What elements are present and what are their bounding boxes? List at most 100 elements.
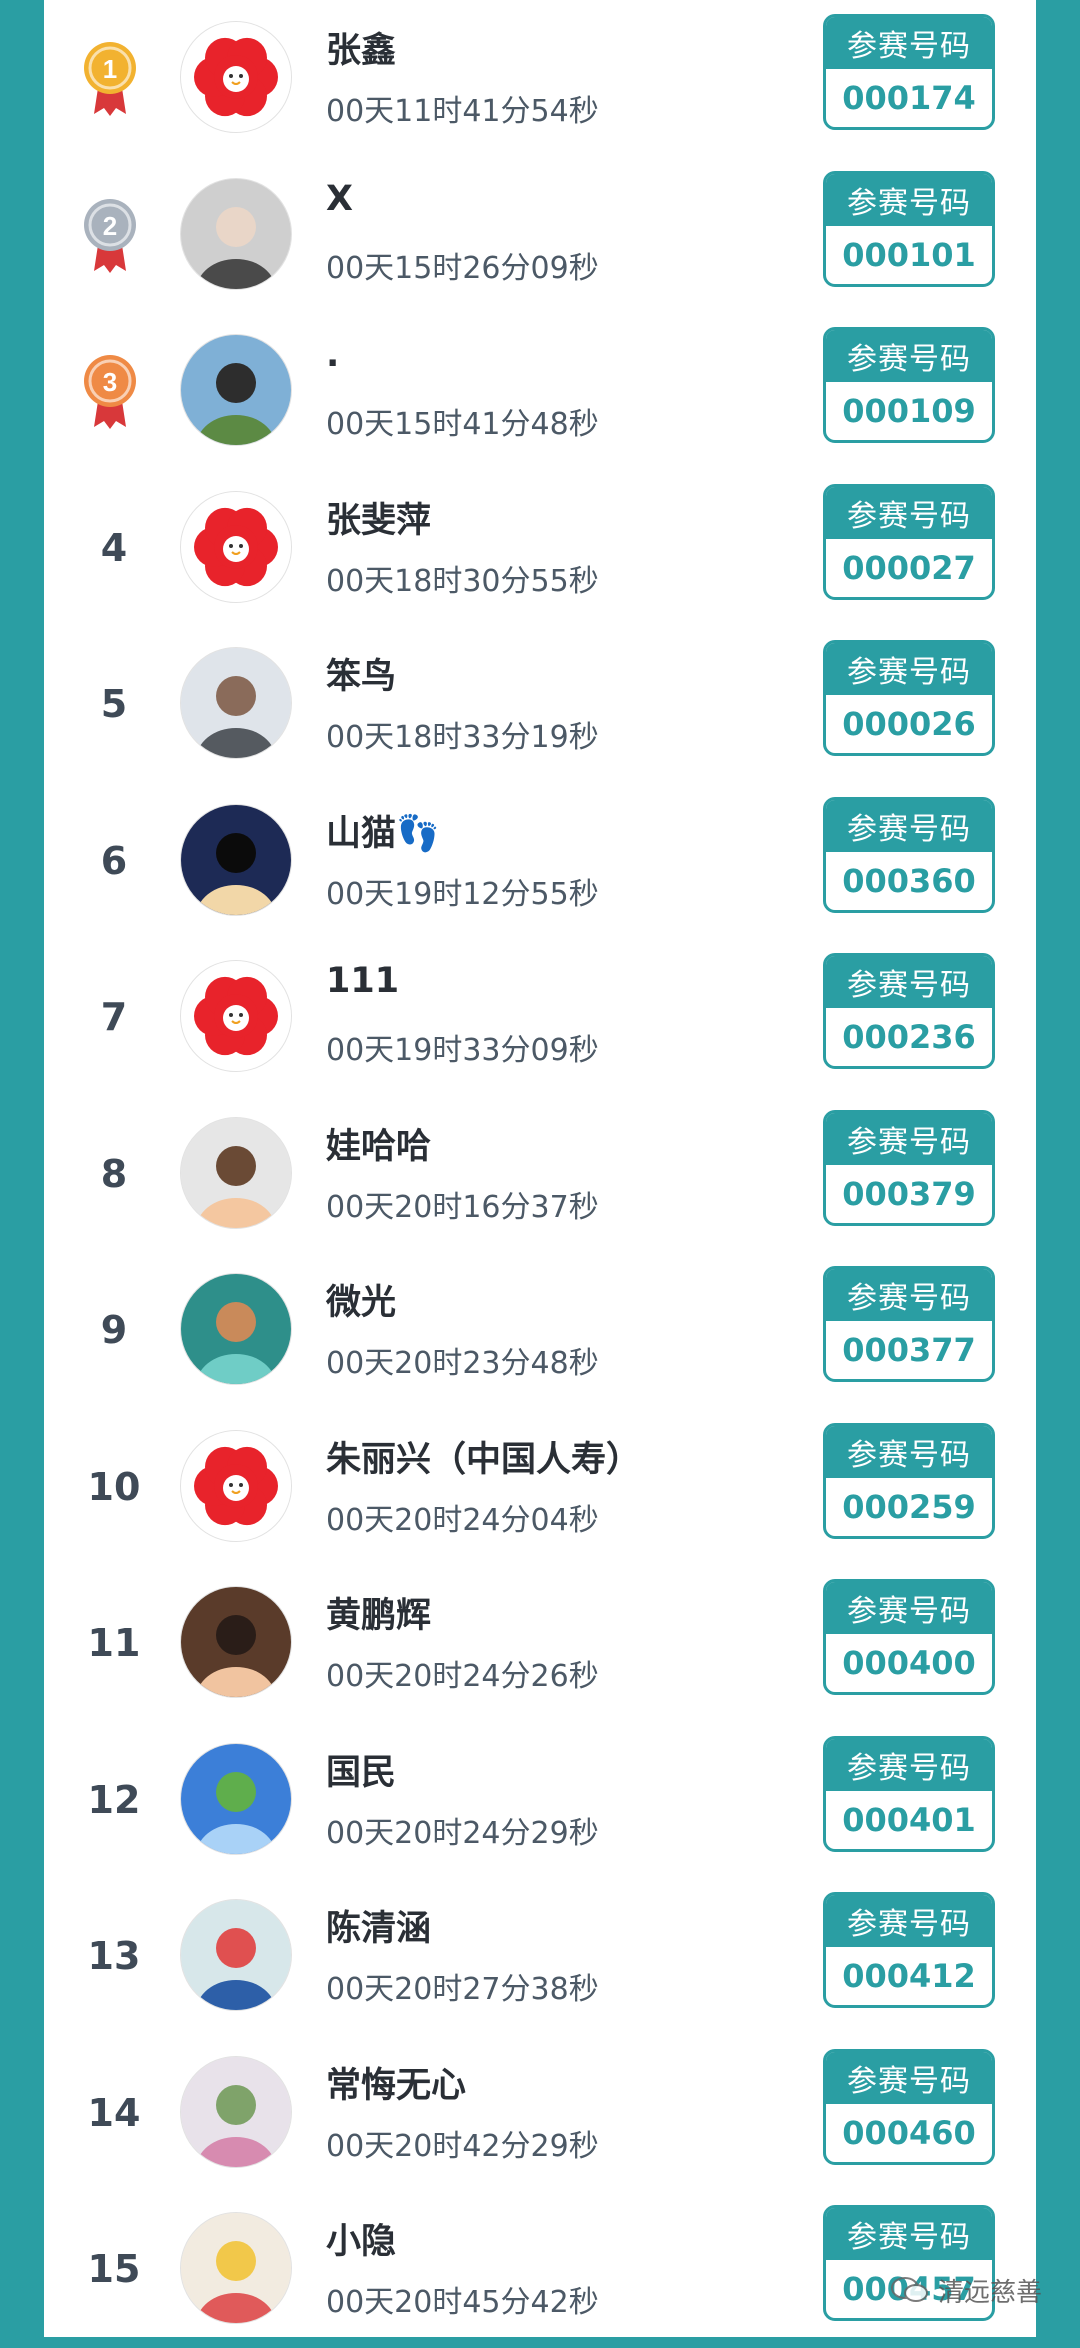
leaderboard-row[interactable]: 1 张鑫 00天11时41分54秒 参赛号码 000174 bbox=[44, 0, 1036, 157]
photo-avatar-icon[interactable] bbox=[180, 803, 292, 916]
rank-number: 15 bbox=[87, 2247, 141, 2291]
leaderboard-row[interactable]: 15 小隐00天20时45分42秒参赛号码000457 bbox=[44, 2191, 1036, 2348]
participant-name: 黄鹏辉 bbox=[326, 1596, 432, 1636]
photo-avatar-icon[interactable] bbox=[180, 647, 292, 759]
entry-number-value: 000027 bbox=[842, 548, 976, 587]
entry-number-label: 参赛号码 bbox=[826, 2208, 992, 2260]
red-flower-avatar-icon[interactable] bbox=[180, 490, 292, 603]
finish-time: 00天20时16分37秒 bbox=[326, 1189, 599, 1225]
photo-avatar-icon[interactable] bbox=[180, 1586, 292, 1698]
entry-number-value: 000026 bbox=[842, 705, 976, 743]
entry-number-value: 000101 bbox=[842, 235, 976, 274]
entry-number-label: 参赛号码 bbox=[826, 1895, 992, 1947]
finish-time: 00天20时45分42秒 bbox=[326, 2285, 599, 2320]
silver-medal-icon: 2 bbox=[78, 195, 142, 275]
finish-time: 00天19时33分09秒 bbox=[326, 1033, 599, 1068]
participant-name: 朱丽兴（中国人寿） bbox=[326, 1439, 642, 1480]
red-flower-avatar-icon[interactable] bbox=[180, 1429, 292, 1542]
participant-name: 张鑫 bbox=[326, 31, 397, 71]
entry-number-badge: 参赛号码 000360 bbox=[823, 796, 995, 913]
svg-text:3: 3 bbox=[103, 367, 117, 397]
gold-medal-icon: 1 bbox=[78, 38, 142, 118]
participant-name: 笨鸟 bbox=[326, 657, 397, 697]
photo-avatar-icon[interactable] bbox=[180, 177, 292, 290]
entry-number-label: 参赛号码 bbox=[826, 1425, 992, 1478]
entry-number-value: 000236 bbox=[842, 1018, 976, 1056]
photo-avatar-icon[interactable] bbox=[180, 1116, 292, 1229]
entry-number-label: 参赛号码 bbox=[826, 2051, 992, 2104]
entry-number-label: 参赛号码 bbox=[826, 1738, 992, 1791]
finish-time: 00天20时27分38秒 bbox=[326, 1972, 599, 2007]
photo-avatar-icon[interactable] bbox=[180, 2055, 292, 2168]
entry-number-label: 参赛号码 bbox=[826, 956, 992, 1008]
leaderboard-row[interactable]: 5 笨鸟 00天18时33分19秒 参赛号码 000026 bbox=[44, 626, 1036, 783]
participant-name: 张斐萍 bbox=[326, 500, 432, 541]
entry-number-value: 000360 bbox=[842, 861, 976, 900]
entry-number-value: 000377 bbox=[842, 1331, 976, 1369]
finish-time: 00天20时24分04秒 bbox=[326, 1502, 599, 1538]
entry-number-label: 参赛号码 bbox=[826, 17, 992, 69]
rank-number: 11 bbox=[87, 1621, 141, 1665]
entry-number-badge: 参赛号码 000109 bbox=[823, 327, 995, 443]
entry-number-badge: 参赛号码 000101 bbox=[823, 170, 995, 287]
participant-name: 陈清涵 bbox=[326, 1909, 432, 1949]
entry-number-badge: 参赛号码 000400 bbox=[823, 1579, 995, 1695]
entry-number-value: 000401 bbox=[842, 1800, 976, 1839]
rank-number: 5 bbox=[100, 682, 128, 726]
leaderboard-row[interactable]: 2 X 00天15时26分09秒 参赛号码 000101 bbox=[44, 157, 1036, 314]
photo-avatar-icon[interactable] bbox=[180, 334, 292, 446]
entry-number-badge: 参赛号码 000379 bbox=[823, 1109, 995, 1226]
entry-number-badge: 参赛号码 000259 bbox=[823, 1422, 995, 1539]
photo-avatar-icon[interactable] bbox=[180, 1273, 292, 1385]
participant-name: . bbox=[326, 335, 340, 375]
entry-number-value: 000412 bbox=[842, 1957, 976, 1995]
leaderboard-row[interactable]: 14 常悔无心 00天20时42分29秒 参赛号码 000460 bbox=[44, 2035, 1036, 2192]
entry-number-value: 000379 bbox=[842, 1174, 976, 1213]
leaderboard-row[interactable]: 10 朱丽兴（中国人寿） 00天20时24分04秒 参赛号码 000259 bbox=[44, 1409, 1036, 1566]
entry-number-badge: 参赛号码 000236 bbox=[823, 953, 995, 1069]
entry-number-value: 000109 bbox=[842, 392, 976, 430]
leaderboard-row[interactable]: 11 黄鹏辉 00天20时24分26秒 参赛号码 000400 bbox=[44, 1565, 1036, 1722]
leaderboard-row[interactable]: 6 山猫👣 00天19时12分55秒 参赛号码 000360 bbox=[44, 783, 1036, 940]
participant-name: 山猫👣 bbox=[326, 813, 440, 854]
finish-time: 00天15时41分48秒 bbox=[326, 407, 599, 442]
entry-number-label: 参赛号码 bbox=[826, 1582, 992, 1634]
entry-number-badge: 参赛号码 000027 bbox=[823, 483, 995, 600]
participant-name: 小隐 bbox=[326, 2222, 397, 2262]
bronze-medal-icon: 3 bbox=[78, 351, 142, 431]
leaderboard-list: 1 张鑫 00天11时41分54秒 参赛号码 000174 2 X 00天15时26分0… bbox=[44, 0, 1036, 2348]
red-flower-avatar-icon[interactable] bbox=[180, 960, 292, 1072]
entry-number-label: 参赛号码 bbox=[826, 1269, 992, 1321]
photo-avatar-icon[interactable] bbox=[180, 1899, 292, 2011]
photo-avatar-icon[interactable] bbox=[180, 1742, 292, 1855]
watermark: 清远慈善 bbox=[890, 2270, 1042, 2310]
participant-name: 常悔无心 bbox=[326, 2065, 467, 2106]
rank-number: 14 bbox=[87, 2090, 141, 2135]
photo-avatar-icon[interactable] bbox=[180, 2212, 292, 2324]
leaderboard-row[interactable]: 12 国民 00天20时24分29秒 参赛号码 000401 bbox=[44, 1722, 1036, 1879]
leaderboard-row[interactable]: 3 . 00天15时41分48秒 参赛号码 000109 bbox=[44, 313, 1036, 470]
svg-text:2: 2 bbox=[103, 211, 117, 241]
entry-number-value: 000400 bbox=[842, 1644, 976, 1682]
leaderboard-row[interactable]: 8 娃哈哈 00天20时16分37秒 参赛号码 000379 bbox=[44, 1096, 1036, 1253]
participant-name: 国民 bbox=[326, 1752, 397, 1793]
leaderboard-panel: 1 张鑫 00天11时41分54秒 参赛号码 000174 2 X 00天15时26分0… bbox=[44, 0, 1036, 2337]
rank-number: 12 bbox=[87, 1777, 141, 1822]
rank-number: 4 bbox=[100, 525, 128, 570]
leaderboard-row[interactable]: 7 111 00天19时33分09秒 参赛号码 000236 bbox=[44, 939, 1036, 1096]
participant-name: 微光 bbox=[326, 1283, 397, 1323]
entry-number-label: 参赛号码 bbox=[826, 330, 992, 382]
entry-number-badge: 参赛号码 000460 bbox=[823, 2048, 995, 2165]
entry-number-label: 参赛号码 bbox=[826, 799, 992, 852]
entry-number-badge: 参赛号码 000377 bbox=[823, 1266, 995, 1382]
finish-time: 00天19时12分55秒 bbox=[326, 876, 599, 912]
leaderboard-row[interactable]: 13 陈清涵 00天20时27分38秒 参赛号码 000412 bbox=[44, 1878, 1036, 2035]
leaderboard-row[interactable]: 4 张斐萍 00天18时30分55秒 参赛号码 000027 bbox=[44, 470, 1036, 627]
participant-name: 娃哈哈 bbox=[326, 1126, 432, 1167]
leaderboard-row[interactable]: 9 微光 00天20时23分48秒 参赛号码 000377 bbox=[44, 1252, 1036, 1409]
red-flower-avatar-icon[interactable] bbox=[180, 21, 292, 133]
participant-name: X bbox=[326, 178, 353, 219]
entry-number-badge: 参赛号码 000412 bbox=[823, 1892, 995, 2008]
finish-time: 00天20时42分29秒 bbox=[326, 2128, 599, 2164]
wechat-icon bbox=[891, 2277, 928, 2302]
